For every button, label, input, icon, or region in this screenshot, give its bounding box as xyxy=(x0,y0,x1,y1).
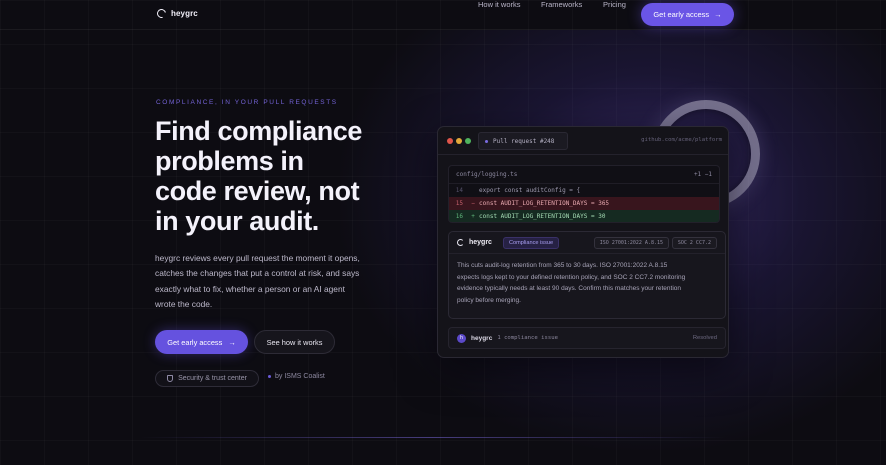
hero-description: heygrc reviews every pull request the mo… xyxy=(155,251,417,312)
nav-link-frameworks[interactable]: Frameworks xyxy=(541,0,582,9)
isms-attribution: by ISMS Coalist xyxy=(268,373,325,380)
headline-line: Find compliance xyxy=(155,116,363,146)
logo-icon xyxy=(457,239,464,246)
issue-count: 1 compliance issue xyxy=(497,335,558,341)
line-number: 15 xyxy=(455,200,463,207)
arrow-right-icon: → xyxy=(714,10,722,19)
shield-icon xyxy=(167,375,174,382)
window-close-dot-icon xyxy=(447,138,453,144)
compliance-finding-comment: heygrc Compliance issue ISO 27001:2022 A… xyxy=(448,231,726,319)
diff-sign: + xyxy=(471,213,475,220)
nav-link-pricing[interactable]: Pricing xyxy=(603,0,626,9)
pull-request-tab[interactable]: Pull request #248 xyxy=(478,132,568,150)
window-minimize-dot-icon xyxy=(456,138,462,144)
description-line: exactly what to fix, whether a person or… xyxy=(155,283,345,294)
headline-line: problems in xyxy=(155,146,304,176)
compliance-issue-badge: Compliance issue xyxy=(502,236,560,249)
line-number: 16 xyxy=(455,213,463,220)
brand-name: heygrc xyxy=(171,9,198,18)
top-nav: heygrc How it works Frameworks Pricing G… xyxy=(0,0,886,30)
nav-get-early-access-button[interactable]: Get early access → xyxy=(641,3,734,26)
pr-tab-label: Pull request #248 xyxy=(493,137,555,145)
brand-logo[interactable]: heygrc xyxy=(155,7,198,20)
status-label: Resolved xyxy=(692,335,717,341)
code-text: const AUDIT_LOG_RETENTION_DAYS = 30 xyxy=(479,213,606,220)
diff-panel: config/logging.ts +1 −1 14 export const … xyxy=(448,165,720,223)
window-maximize-dot-icon xyxy=(465,138,471,144)
summary-brand: heygrc xyxy=(471,334,493,342)
pull-request-preview-card: Pull request #248 github.com/acme/platfo… xyxy=(437,126,729,358)
diff-file-stats: +1 −1 xyxy=(693,171,712,178)
nav-link-how-it-works[interactable]: How it works xyxy=(478,0,521,9)
description-line: heygrc reviews every pull request the mo… xyxy=(155,253,360,263)
avatar: h xyxy=(457,333,466,343)
get-early-access-button[interactable]: Get early access → xyxy=(155,330,248,354)
review-summary-row: h heygrc 1 compliance issue Resolved xyxy=(448,327,726,349)
diff-line-added: 16 + const AUDIT_LOG_RETENTION_DAYS = 30 xyxy=(449,210,719,222)
code-text: export const auditConfig = { xyxy=(479,187,581,194)
divider-glow-line xyxy=(140,437,726,438)
primary-cta-label: Get early access xyxy=(167,337,223,347)
diff-line-removed: 15 − const AUDIT_LOG_RETENTION_DAYS = 36… xyxy=(449,197,719,210)
code-text: const AUDIT_LOG_RETENTION_DAYS = 365 xyxy=(479,200,610,207)
repo-url: github.com/acme/platform xyxy=(641,137,722,143)
finding-header: heygrc Compliance issue ISO 27001:2022 A… xyxy=(449,232,725,254)
diff-file-header: config/logging.ts +1 −1 xyxy=(449,166,719,184)
isms-label: by ISMS Coalist xyxy=(275,373,325,380)
nav-cta-label: Get early access xyxy=(653,10,710,19)
description-line: wrote the code. xyxy=(155,298,213,309)
framework-tag: ISO 27001:2022 A.8.15 xyxy=(593,237,669,249)
logo-icon xyxy=(155,7,168,20)
finding-brand: heygrc xyxy=(469,239,492,246)
framework-tag: SOC 2 CC7.2 xyxy=(671,237,717,249)
line-number: 14 xyxy=(455,187,463,194)
finding-text-line: This cuts audit-log retention from 365 t… xyxy=(457,262,668,269)
card-titlebar: Pull request #248 github.com/acme/platfo… xyxy=(438,127,728,155)
diff-line: 14 export const auditConfig = { xyxy=(449,184,719,197)
finding-text-line: evidence typically needs at least 90 day… xyxy=(457,285,682,293)
finding-text: This cuts audit-log retention from 365 t… xyxy=(449,254,725,312)
finding-text-line: expects logs kept to your defined retent… xyxy=(457,273,686,281)
see-how-it-works-button[interactable]: See how it works xyxy=(254,330,335,354)
trust-label: Security & trust center xyxy=(178,375,247,382)
headline-line: code review, not xyxy=(155,176,360,206)
hero-eyebrow: COMPLIANCE, IN YOUR PULL REQUESTS xyxy=(156,99,338,106)
finding-text-line: policy before merging. xyxy=(457,296,521,304)
diff-sign: − xyxy=(471,200,475,207)
arrow-right-icon: → xyxy=(228,337,236,347)
diff-file-path: config/logging.ts xyxy=(456,171,518,178)
security-trust-center-link[interactable]: Security & trust center xyxy=(155,370,259,387)
description-line: catches the changes that put a control a… xyxy=(155,268,360,279)
headline-line: in your audit. xyxy=(155,206,319,236)
hero-headline: Find compliance problems in code review,… xyxy=(155,116,415,236)
dot-icon xyxy=(268,375,271,378)
pr-status-dot-icon xyxy=(485,139,488,143)
